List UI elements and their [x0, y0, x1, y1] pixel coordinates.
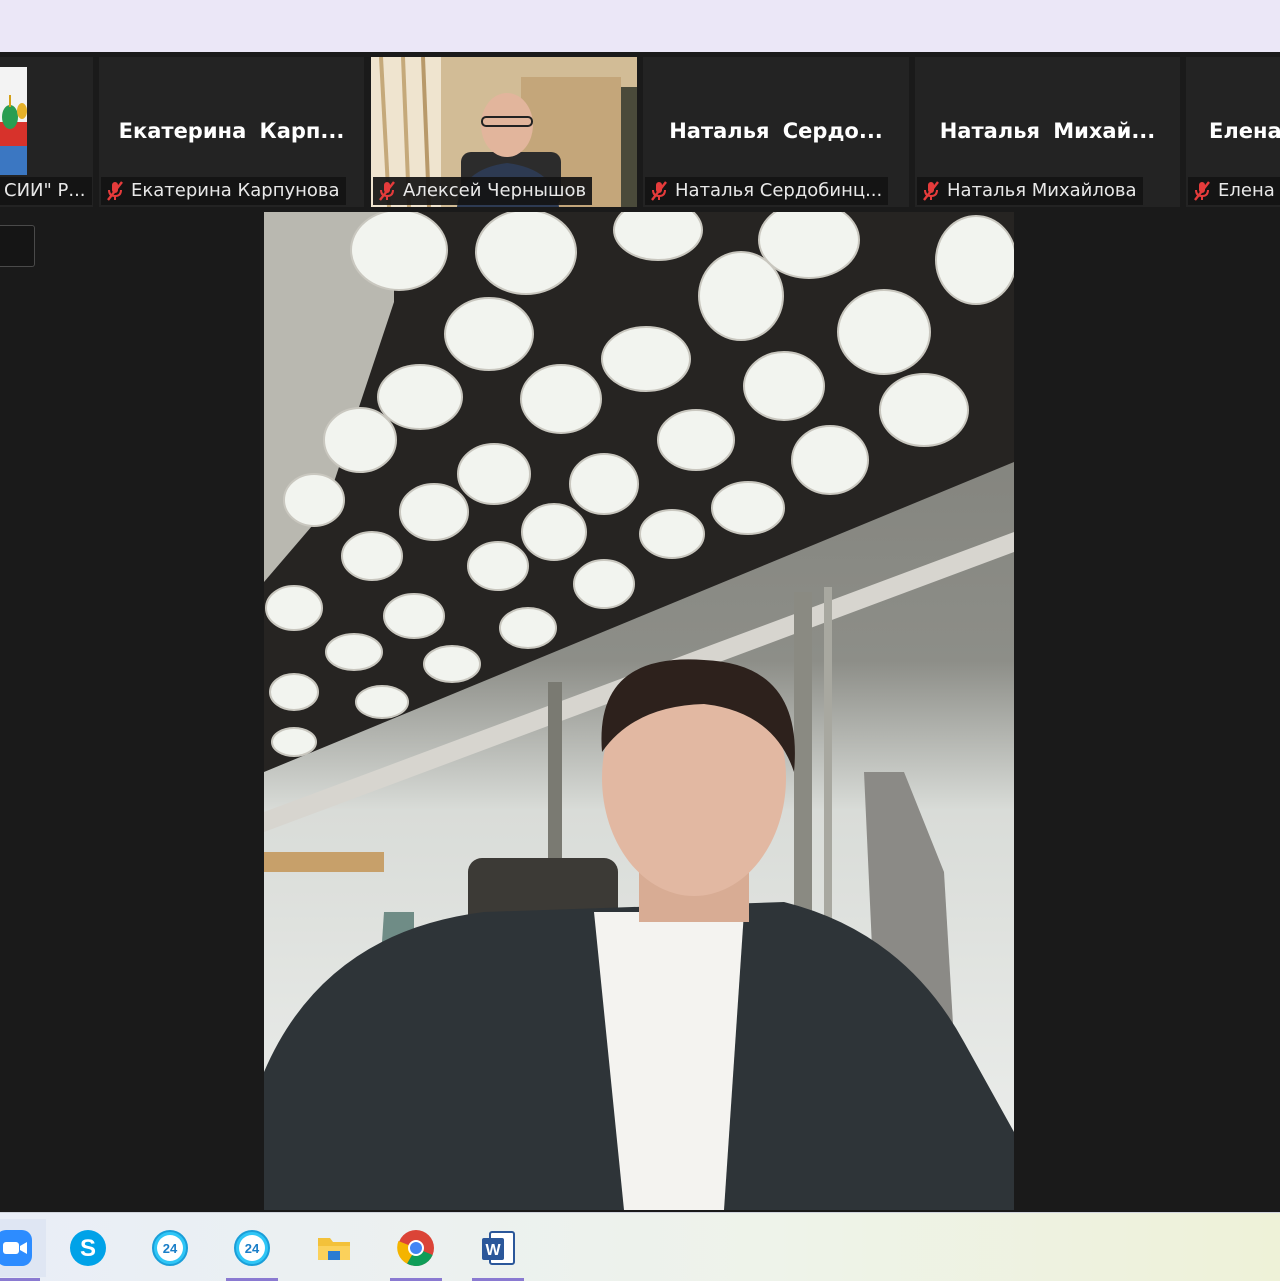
- zoom-icon: [0, 1230, 32, 1266]
- microphone-muted-icon: [107, 181, 123, 201]
- participant-tile[interactable]: Наталья Михай... Наталья Михайлова: [915, 57, 1180, 207]
- participant-tile[interactable]: СИИ" Р...: [0, 57, 93, 207]
- file-explorer-icon: [318, 1238, 350, 1260]
- participant-strip: СИИ" Р... Екатерина Карп... Екатерина Ка…: [0, 52, 1280, 210]
- minimized-panel-button[interactable]: [0, 225, 35, 267]
- participant-tile[interactable]: Наталья Сердо... Наталья Сердобинц...: [643, 57, 909, 207]
- window-title-bar: [0, 0, 1280, 52]
- svg-text:W: W: [485, 1242, 501, 1259]
- bitrix24-icon: 24: [234, 1230, 270, 1266]
- participant-tile[interactable]: Алексей Чернышов: [371, 57, 637, 207]
- speaker-video-frame: [264, 212, 1014, 1210]
- microphone-muted-icon: [1194, 181, 1210, 201]
- participant-name: Наталья Михай...: [939, 119, 1156, 143]
- participant-name: Елена: [1209, 119, 1280, 143]
- participant-label: СИИ" Р...: [0, 177, 92, 205]
- speaker-video[interactable]: [264, 212, 1014, 1210]
- taskbar-bitrix24-button[interactable]: 24: [138, 1219, 202, 1277]
- participant-label: Екатерина Карпунова: [101, 177, 346, 205]
- taskbar: S 24 24 W: [0, 1212, 1280, 1281]
- taskbar-bitrix24-button[interactable]: 24: [220, 1219, 284, 1281]
- svg-text:24: 24: [245, 1241, 260, 1256]
- taskbar-zoom-button[interactable]: [0, 1219, 46, 1281]
- word-icon: W: [482, 1231, 515, 1265]
- taskbar-skype-button[interactable]: S: [56, 1219, 120, 1277]
- participant-tile[interactable]: Екатерина Карп... Екатерина Карпунова: [99, 57, 364, 207]
- participant-avatar-image: [0, 67, 27, 175]
- participant-label: Наталья Михайлова: [917, 177, 1143, 205]
- bitrix24-icon: 24: [152, 1230, 188, 1266]
- skype-icon: S: [70, 1230, 106, 1266]
- participant-name: Наталья Сердо...: [669, 119, 883, 143]
- chrome-icon: [397, 1230, 434, 1267]
- taskbar-file-explorer-button[interactable]: [302, 1219, 366, 1277]
- microphone-muted-icon: [379, 181, 395, 201]
- microphone-muted-icon: [651, 181, 667, 201]
- svg-text:S: S: [80, 1235, 96, 1262]
- microphone-muted-icon: [923, 181, 939, 201]
- taskbar-chrome-button[interactable]: [384, 1219, 448, 1281]
- participant-name: Екатерина Карп...: [118, 119, 345, 143]
- participant-label: Алексей Чернышов: [373, 177, 593, 205]
- cathedral-image: [0, 95, 27, 175]
- participant-tile[interactable]: Елена Елена: [1186, 57, 1280, 207]
- participant-label: Наталья Сердобинц...: [645, 177, 889, 205]
- taskbar-word-button[interactable]: W: [466, 1219, 530, 1281]
- participant-label: Елена: [1188, 177, 1280, 205]
- svg-text:24: 24: [163, 1241, 178, 1256]
